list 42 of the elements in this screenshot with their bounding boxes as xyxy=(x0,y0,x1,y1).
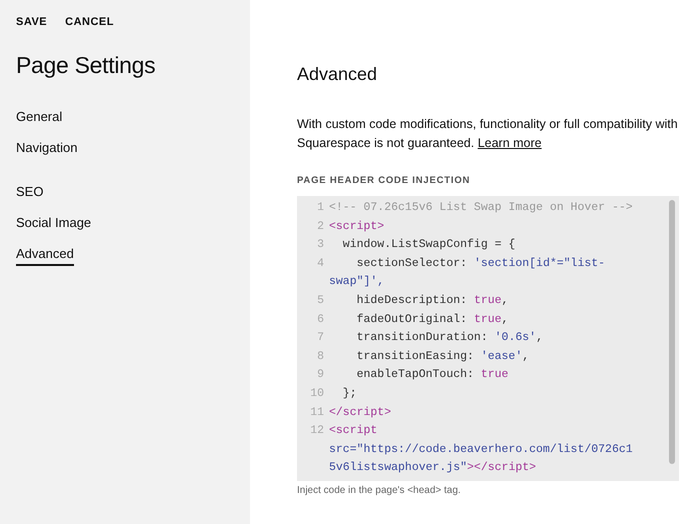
code-line: transitionDuration: '0.6s', xyxy=(356,330,543,346)
section-title: Advanced xyxy=(297,64,378,85)
code-editor[interactable] xyxy=(297,196,679,481)
line-number: 3 xyxy=(316,237,325,254)
save-button[interactable]: SAVE xyxy=(16,16,48,28)
sidebar-item[interactable]: Navigation xyxy=(16,140,78,160)
code-line: <script xyxy=(329,423,378,440)
code-line: sectionSelector: 'section[id*="list- xyxy=(356,256,606,272)
sidebar-item[interactable]: Social Image xyxy=(16,215,92,235)
code-line: enableTapOnTouch: true xyxy=(356,367,508,384)
code-line: swap"]', xyxy=(329,274,384,290)
line-number: 10 xyxy=(309,386,325,402)
hint-text: Inject code in the page's <head> tag. xyxy=(297,484,462,496)
line-number: 1 xyxy=(316,200,325,216)
code-line: window.ListSwapConfig = { xyxy=(342,237,516,254)
line-number: 5 xyxy=(316,292,325,309)
sidebar-item[interactable]: SEO xyxy=(16,184,44,204)
line-number: 2 xyxy=(316,218,325,235)
line-number: 9 xyxy=(316,367,325,384)
code-line: </script> xyxy=(329,404,392,421)
sidebar-item[interactable]: General xyxy=(16,109,62,129)
description-text: With custom code modifications, functionality or full compatibility with Squarespace is not guaranteed. Learn more xyxy=(297,116,679,152)
scrollbar-thumb[interactable] xyxy=(669,200,675,464)
line-number: 12 xyxy=(309,423,325,440)
code-line: <!-- 07.26c15v6 List Swap Image on Hover --> xyxy=(329,200,633,216)
sidebar-item[interactable]: Advanced xyxy=(16,246,74,266)
line-number: 4 xyxy=(316,256,325,272)
code-line: <script> xyxy=(329,218,384,235)
code-line: src="https://code.beaverhero.com/list/0726c1 xyxy=(329,442,633,458)
cancel-button[interactable]: CANCEL xyxy=(65,16,114,28)
code-line: transitionEasing: 'ease', xyxy=(356,348,530,365)
learn-more-link[interactable]: Learn more xyxy=(478,136,542,150)
code-line: hideDescription: true, xyxy=(356,292,508,309)
code-line: 5v6listswaphover.js"></script> xyxy=(329,460,536,476)
line-number: 8 xyxy=(316,348,325,365)
field-label: PAGE HEADER CODE INJECTION xyxy=(297,175,472,186)
line-number: 11 xyxy=(309,404,325,421)
code-line: fadeOutOriginal: true, xyxy=(356,312,508,328)
line-number: 6 xyxy=(316,312,325,328)
code-line: }; xyxy=(342,386,357,402)
sidebar-title: Page Settings xyxy=(16,52,156,79)
line-number: 7 xyxy=(316,330,325,346)
